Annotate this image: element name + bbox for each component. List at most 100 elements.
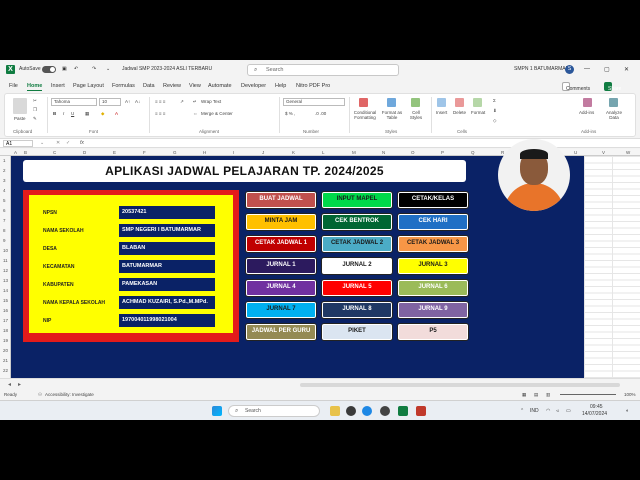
excel-taskbar-icon[interactable]: [398, 406, 408, 416]
tray-chevron-icon[interactable]: ⌃: [520, 408, 524, 414]
font-color-icon[interactable]: A: [115, 111, 118, 116]
wifi-icon[interactable]: ◠: [546, 408, 550, 414]
column-header[interactable]: B: [24, 150, 27, 155]
row-header[interactable]: 6: [3, 208, 6, 213]
tab-insert[interactable]: Insert: [51, 83, 65, 89]
conditional-formatting-icon[interactable]: [359, 98, 368, 107]
page-break-view-icon[interactable]: ▥: [546, 392, 550, 398]
merge-icon[interactable]: ⇔: [193, 111, 198, 116]
row-header[interactable]: 21: [3, 358, 8, 363]
row-header[interactable]: 19: [3, 338, 8, 343]
btn-cetak-jadwal-1[interactable]: CETAK JADWAL 1: [245, 235, 317, 253]
zoom-slider[interactable]: [560, 394, 616, 395]
merge-center-button[interactable]: Merge & Center: [201, 111, 233, 116]
align-top-icon[interactable]: ≡ ≡ ≡: [155, 99, 165, 104]
clock-date[interactable]: 14/07/2024: [582, 411, 607, 417]
format-table-icon[interactable]: [387, 98, 396, 107]
column-header[interactable]: G: [173, 150, 177, 155]
enter-icon[interactable]: ✓: [66, 140, 70, 146]
row-header[interactable]: 22: [3, 368, 8, 373]
row-header[interactable]: 12: [3, 268, 8, 273]
redo-icon[interactable]: ↷: [92, 66, 96, 72]
file-explorer-icon[interactable]: [330, 406, 340, 416]
row-header[interactable]: 14: [3, 288, 8, 293]
decimal-icon[interactable]: .0 .00: [315, 111, 326, 116]
autosave-toggle[interactable]: [42, 66, 56, 73]
save-icon[interactable]: ▣: [62, 66, 67, 72]
clear-icon[interactable]: ◇: [493, 118, 496, 124]
customize-toolbar-icon[interactable]: ⌄: [106, 66, 110, 72]
format-cells-icon[interactable]: [473, 98, 482, 107]
font-name-select[interactable]: Tahoma: [51, 98, 97, 106]
browser-icon[interactable]: [362, 406, 372, 416]
recorder-taskbar-icon[interactable]: [416, 406, 426, 416]
clock-time[interactable]: 09:45: [590, 404, 603, 410]
orientation-icon[interactable]: ↗: [180, 99, 184, 105]
btn-jurnal-8[interactable]: JURNAL 8: [321, 301, 393, 319]
info-value[interactable]: ACHMAD KUZAIRI, S.Pd.,M.MPd.: [119, 296, 215, 309]
row-header[interactable]: 1: [3, 158, 6, 163]
btn-jurnal-9[interactable]: JURNAL 9: [397, 301, 469, 319]
btn-buat-jadwal[interactable]: BUAT JADWAL: [245, 191, 317, 209]
btn-minta-jam[interactable]: MINTA JAM: [245, 213, 317, 231]
row-header[interactable]: 10: [3, 248, 8, 253]
conditional-formatting-button[interactable]: Conditional Formatting: [352, 110, 378, 120]
row-header[interactable]: 15: [3, 298, 8, 303]
column-header[interactable]: C: [53, 150, 56, 155]
normal-view-icon[interactable]: ▦: [522, 392, 526, 398]
btn-jurnal-7[interactable]: JURNAL 7: [245, 301, 317, 319]
info-value[interactable]: PAMEKASAN: [119, 278, 215, 291]
tab-file[interactable]: File: [9, 83, 18, 89]
info-value[interactable]: BATUMARMAR: [119, 260, 215, 273]
btn-piket[interactable]: PIKET: [321, 323, 393, 341]
user-avatar[interactable]: S: [565, 65, 574, 74]
autosum-icon[interactable]: Σ: [493, 98, 496, 103]
btn-jurnal-3[interactable]: JURNAL 3: [397, 257, 469, 275]
name-box[interactable]: A1: [3, 140, 33, 147]
btn-jurnal-2[interactable]: JURNAL 2: [321, 257, 393, 275]
close-icon[interactable]: ✕: [624, 66, 629, 73]
battery-icon[interactable]: ▭: [566, 408, 571, 414]
addins-button[interactable]: Add-ins: [579, 110, 594, 115]
language-indicator[interactable]: IND: [530, 408, 539, 414]
column-header[interactable]: J: [262, 150, 264, 155]
row-header[interactable]: 18: [3, 328, 8, 333]
zoom-level[interactable]: 100%: [624, 392, 636, 397]
tab-developer[interactable]: Developer: [241, 83, 266, 89]
row-header[interactable]: 7: [3, 218, 6, 223]
increase-font-icon[interactable]: A↑: [125, 99, 130, 104]
row-header[interactable]: 3: [3, 178, 6, 183]
btn-cetak-jadwal-3[interactable]: CETAK JADWAL 3: [397, 235, 469, 253]
windows-start-icon[interactable]: [212, 406, 222, 416]
btn-cek-bentrok[interactable]: CEK BENTROK: [321, 213, 393, 231]
tab-view[interactable]: View: [189, 83, 201, 89]
row-header[interactable]: 17: [3, 318, 8, 323]
row-header[interactable]: 13: [3, 278, 8, 283]
empty-cells[interactable]: [584, 156, 640, 378]
paste-icon[interactable]: [13, 98, 27, 114]
wrap-text-icon[interactable]: ↵: [193, 99, 197, 105]
btn-jurnal-6[interactable]: JURNAL 6: [397, 279, 469, 297]
row-header[interactable]: 20: [3, 348, 8, 353]
column-header[interactable]: U: [574, 150, 577, 155]
align-left-icon[interactable]: ≡ ≡ ≡: [155, 111, 165, 116]
btn-jurnal-1[interactable]: JURNAL 1: [245, 257, 317, 275]
number-format-select[interactable]: General: [283, 98, 345, 106]
column-header[interactable]: E: [113, 150, 116, 155]
insert-cells-icon[interactable]: [437, 98, 446, 107]
tab-data[interactable]: Data: [143, 83, 155, 89]
scroll-left-icon[interactable]: ◂: [8, 381, 11, 388]
info-value[interactable]: BLABAN: [119, 242, 215, 255]
insert-button[interactable]: Insert: [436, 110, 447, 115]
decrease-font-icon[interactable]: A↓: [135, 99, 140, 104]
currency-icon[interactable]: $ % ,: [285, 111, 295, 116]
column-header[interactable]: A: [14, 150, 17, 155]
cancel-icon[interactable]: ✕: [56, 140, 60, 146]
analyze-data-icon[interactable]: [609, 98, 618, 107]
column-header[interactable]: I: [233, 150, 234, 155]
column-header[interactable]: D: [83, 150, 86, 155]
row-header[interactable]: 16: [3, 308, 8, 313]
btn-jadwal-per-guru[interactable]: JADWAL PER GURU: [245, 323, 317, 341]
tab-nitro-pdf[interactable]: Nitro PDF Pro: [296, 83, 330, 89]
tab-formulas[interactable]: Formulas: [112, 83, 135, 89]
